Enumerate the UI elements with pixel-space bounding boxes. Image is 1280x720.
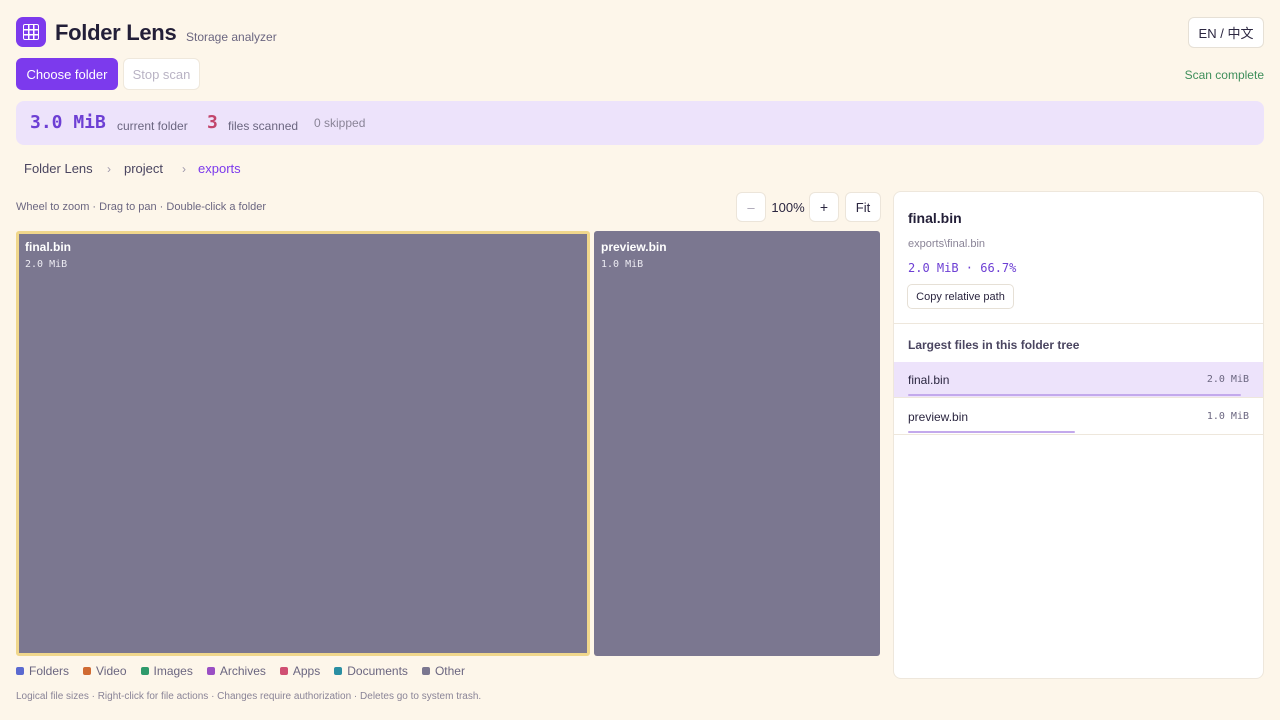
selected-file-path: exports\final.bin bbox=[908, 238, 986, 250]
divider bbox=[894, 323, 1263, 324]
largest-file-name: final.bin bbox=[908, 373, 950, 387]
skipped-count: 0 skipped bbox=[314, 116, 366, 130]
treemap-tile[interactable]: preview.bin 1.0 MiB bbox=[594, 231, 880, 656]
stop-scan-button[interactable]: Stop scan bbox=[123, 58, 200, 90]
legend-item: Other bbox=[421, 664, 465, 678]
footer-note: Logical file sizes · Right-click for fil… bbox=[16, 691, 482, 702]
legend-label: Other bbox=[434, 664, 465, 678]
files-count: 3 bbox=[207, 112, 218, 133]
breadcrumb-separator: › bbox=[182, 162, 186, 176]
legend-label: Apps bbox=[292, 664, 321, 678]
total-size: 3.0 MiB bbox=[30, 112, 106, 133]
legend-swatch bbox=[279, 667, 288, 675]
largest-file-name: preview.bin bbox=[908, 410, 969, 424]
fit-button[interactable]: Fit bbox=[845, 192, 881, 222]
legend-swatch bbox=[206, 667, 215, 675]
legend-swatch bbox=[421, 667, 430, 675]
tile-size: 1.0 MiB bbox=[601, 259, 644, 270]
breadcrumb-separator: › bbox=[107, 162, 111, 176]
grid-icon bbox=[23, 24, 39, 40]
largest-files-title: Largest files in this folder tree bbox=[908, 338, 1080, 352]
legend-item: Documents bbox=[334, 664, 408, 678]
legend-label: Archives bbox=[219, 664, 266, 678]
treemap[interactable]: final.bin 2.0 MiB preview.bin 1.0 MiB bbox=[16, 231, 880, 656]
legend-item: Video bbox=[83, 664, 127, 678]
breadcrumb-project[interactable]: project bbox=[124, 161, 163, 176]
legend-label: Images bbox=[153, 664, 193, 678]
legend-label: Video bbox=[96, 664, 127, 678]
legend: Folders Video Images Archives Apps Documents O… bbox=[16, 664, 465, 678]
legend-item: Folders bbox=[16, 664, 69, 678]
largest-file-row[interactable]: final.bin 2.0 MiB bbox=[894, 362, 1263, 398]
legend-item: Apps bbox=[279, 664, 321, 678]
largest-file-size: 1.0 MiB bbox=[1206, 411, 1249, 422]
total-size-label: current folder bbox=[117, 119, 188, 133]
scan-status: Scan complete bbox=[1184, 68, 1264, 82]
legend-swatch bbox=[83, 667, 92, 675]
selected-file-name: final.bin bbox=[908, 210, 962, 226]
largest-file-size: 2.0 MiB bbox=[1206, 374, 1249, 385]
language-toggle-button[interactable]: EN / 中文 bbox=[1188, 17, 1264, 48]
largest-file-size-bar bbox=[908, 394, 1241, 396]
app-logo bbox=[16, 17, 46, 47]
zoom-out-button[interactable]: – bbox=[736, 192, 766, 222]
legend-label: Documents bbox=[347, 664, 408, 678]
breadcrumb-root[interactable]: Folder Lens bbox=[24, 161, 93, 176]
zoom-in-button[interactable]: + bbox=[809, 192, 839, 222]
largest-file-row[interactable]: preview.bin 1.0 MiB bbox=[894, 399, 1263, 435]
files-count-label: files scanned bbox=[228, 119, 299, 133]
breadcrumb-exports[interactable]: exports bbox=[198, 161, 241, 176]
legend-item: Archives bbox=[206, 664, 266, 678]
legend-item: Images bbox=[140, 664, 193, 678]
tile-name: preview.bin bbox=[601, 240, 667, 254]
details-panel: final.bin exports\final.bin 2.0 MiB · 66… bbox=[893, 191, 1264, 679]
legend-label: Folders bbox=[29, 664, 70, 678]
summary-bar bbox=[16, 101, 1264, 145]
tile-size: 2.0 MiB bbox=[25, 259, 68, 270]
selected-file-meta: 2.0 MiB · 66.7% bbox=[908, 261, 1017, 275]
interaction-hint: Wheel to zoom · Drag to pan · Double-cli… bbox=[16, 201, 267, 213]
legend-swatch bbox=[140, 667, 149, 675]
app-title: Folder Lens bbox=[55, 20, 177, 45]
app-subtitle: Storage analyzer bbox=[186, 30, 277, 44]
choose-folder-button[interactable]: Choose folder bbox=[16, 58, 118, 90]
legend-swatch bbox=[16, 667, 24, 675]
treemap-tile[interactable]: final.bin 2.0 MiB bbox=[16, 231, 590, 656]
legend-swatch bbox=[334, 667, 343, 675]
zoom-level: 100% bbox=[771, 200, 805, 215]
copy-path-button[interactable]: Copy relative path bbox=[907, 284, 1014, 309]
tile-name: final.bin bbox=[25, 240, 71, 254]
largest-file-size-bar bbox=[908, 431, 1075, 433]
